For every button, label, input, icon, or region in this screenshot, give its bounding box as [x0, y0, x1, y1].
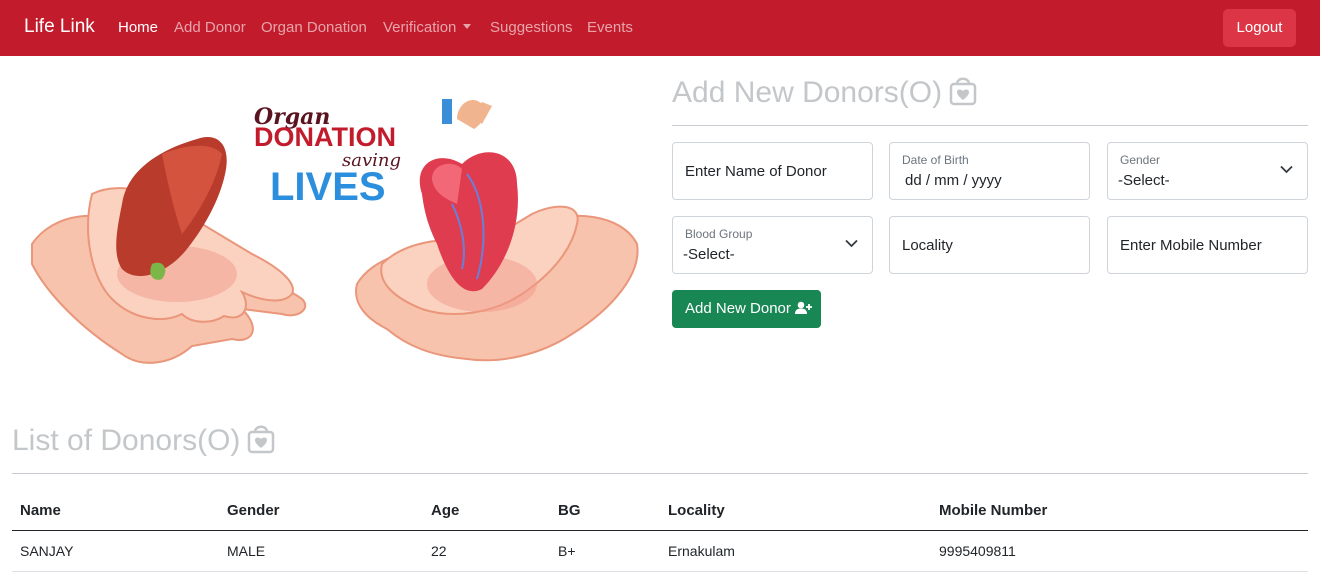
column-header-bg: BG — [558, 502, 581, 519]
locality-placeholder: Locality — [902, 237, 953, 254]
column-header-name: Name — [20, 502, 61, 519]
blood-group-value: -Select- — [683, 246, 735, 263]
add-donor-heading-text: Add New Donors(O) — [672, 76, 943, 109]
cell-bg: B+ — [558, 543, 576, 559]
cell-age: 22 — [431, 543, 447, 559]
donor-name-input[interactable]: Enter Name of Donor — [672, 142, 873, 200]
gender-select[interactable]: Gender -Select- — [1107, 142, 1308, 200]
top-navbar: Life Link Home Add Donor Organ Donation … — [0, 0, 1320, 56]
blood-group-select[interactable]: Blood Group -Select- — [672, 216, 873, 274]
nav-verification-dropdown[interactable]: Verification — [383, 19, 472, 36]
cell-name: SANJAY — [20, 543, 74, 559]
date-of-birth-value: dd / mm / yyyy — [905, 172, 1002, 189]
caret-down-icon — [463, 24, 472, 29]
gender-label: Gender — [1120, 153, 1161, 167]
logout-button[interactable]: Logout — [1223, 9, 1296, 47]
chevron-down-icon — [1280, 165, 1293, 174]
nav-verification-label: Verification — [383, 19, 457, 36]
mobile-number-placeholder: Enter Mobile Number — [1120, 237, 1262, 254]
user-plus-icon — [794, 301, 812, 314]
nav-add-donor[interactable]: Add Donor — [174, 19, 246, 36]
locality-input[interactable]: Locality — [889, 216, 1090, 274]
column-header-age: Age — [431, 502, 460, 519]
cell-locality: Ernakulam — [668, 543, 735, 559]
table-row-border — [12, 571, 1308, 572]
donor-list-heading: List of Donors(O) — [12, 422, 276, 458]
column-header-locality: Locality — [668, 502, 725, 519]
date-of-birth-input[interactable]: Date of Birth dd / mm / yyyy — [889, 142, 1090, 200]
donor-name-placeholder: Enter Name of Donor — [685, 163, 827, 180]
cell-mobile: 9995409811 — [939, 543, 1016, 559]
nav-home[interactable]: Home — [118, 19, 158, 36]
column-header-gender: Gender — [227, 502, 280, 519]
chevron-down-icon — [845, 239, 858, 248]
table-header-border — [12, 530, 1308, 531]
gender-value: -Select- — [1118, 172, 1170, 189]
nav-suggestions[interactable]: Suggestions — [490, 19, 573, 36]
donor-list-heading-text: List of Donors(O) — [12, 424, 241, 457]
mobile-number-input[interactable]: Enter Mobile Number — [1107, 216, 1308, 274]
blood-group-label: Blood Group — [685, 227, 753, 241]
date-of-birth-label: Date of Birth — [902, 153, 969, 167]
add-new-donor-label: Add New Donor — [685, 300, 791, 317]
add-new-donor-button[interactable]: Add New Donor — [672, 290, 821, 328]
nav-organ-donation[interactable]: Organ Donation — [261, 19, 367, 36]
illustration-caption: Organ DONATION saving LIVES — [254, 104, 401, 209]
nav-events[interactable]: Events — [587, 19, 633, 36]
add-donor-heading: Add New Donors(O) — [672, 74, 978, 110]
illustration-word-donation: DONATION — [254, 122, 396, 152]
form-divider — [672, 125, 1308, 126]
organ-donation-illustration: Organ DONATION saving LIVES — [31, 99, 639, 364]
column-header-mobile: Mobile Number — [939, 502, 1048, 519]
heart-bag-icon — [248, 425, 275, 454]
cell-gender: MALE — [227, 543, 266, 559]
brand-link[interactable]: Life Link — [24, 16, 95, 38]
list-divider — [12, 473, 1308, 474]
illustration-word-lives: LIVES — [270, 165, 386, 209]
heart-bag-icon — [949, 77, 977, 106]
